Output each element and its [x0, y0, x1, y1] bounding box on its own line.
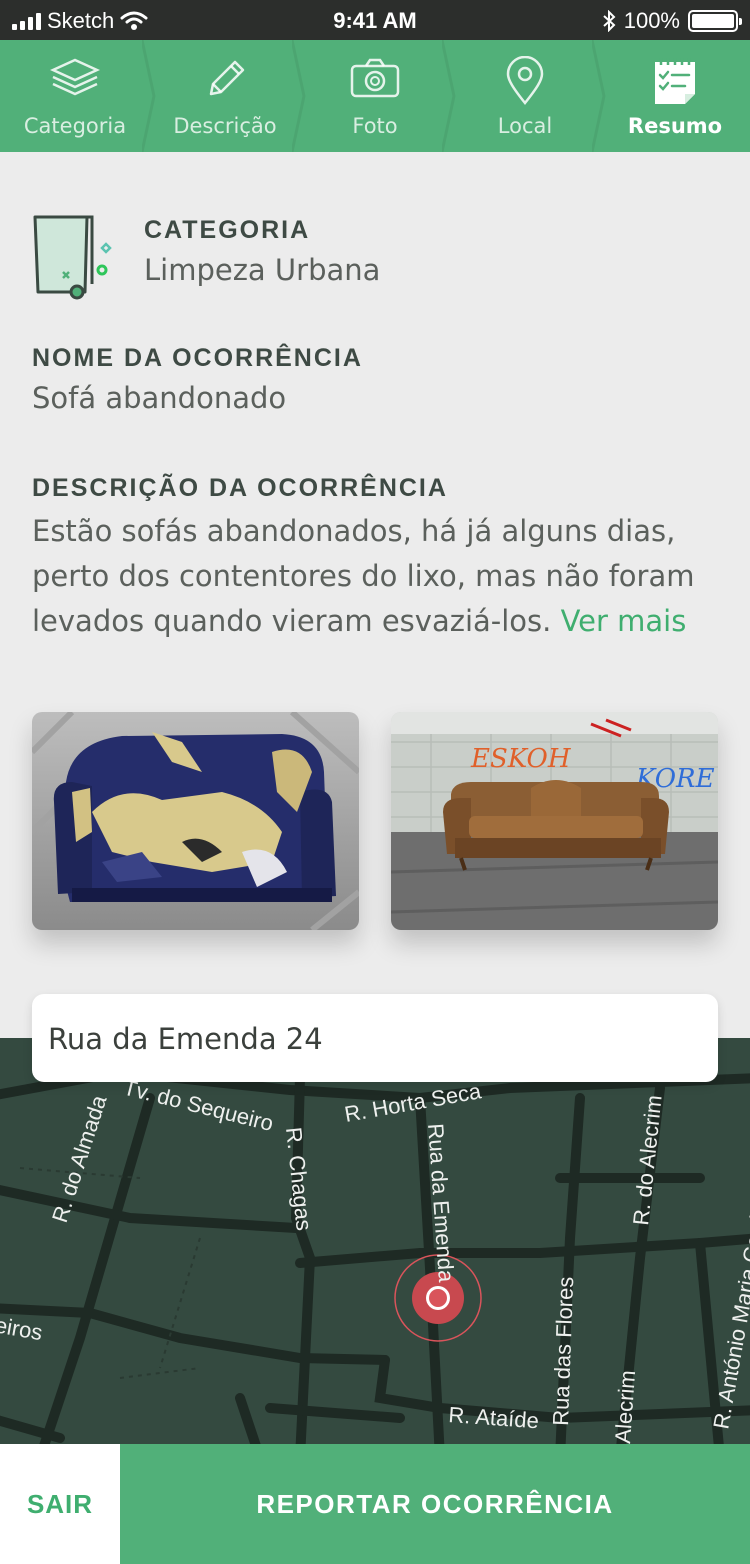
address-field[interactable]: Rua da Emenda 24 [32, 994, 718, 1082]
photo-brown-sofa[interactable]: ESKOH KORE [391, 712, 718, 930]
category-text: CATEGORIA Limpeza Urbana [144, 216, 380, 287]
trash-bin-icon [33, 215, 112, 300]
street-label: Alecrim [610, 1369, 640, 1444]
category-label: CATEGORIA [144, 216, 311, 244]
step-label: Foto [352, 114, 398, 138]
step-label: Local [497, 114, 553, 138]
exit-button[interactable]: SAIR [0, 1444, 120, 1564]
location-pin-icon [506, 56, 544, 106]
battery-icon [688, 10, 742, 32]
street-label: Rua das Flores [548, 1276, 578, 1426]
street-label: R. António Maria Cardoso [708, 1178, 750, 1430]
see-more-link[interactable]: Ver mais [561, 604, 687, 638]
street-label: eiros [0, 1312, 44, 1345]
street-label: R. Ataíde [448, 1402, 540, 1433]
status-bar: Sketch 9:41 AM 100% [0, 0, 750, 40]
name-section: NOME DA OCORRÊNCIA Sofá abandonado [32, 344, 363, 415]
checklist-icon [655, 58, 695, 104]
step-local[interactable]: Local [450, 40, 606, 152]
photo-gallery: ESKOH KORE [32, 712, 718, 930]
step-nav: Categoria Descrição Foto Local Resumo [0, 40, 750, 152]
battery-percent: 100% [623, 8, 680, 33]
step-label: Categoria [23, 114, 127, 138]
layers-icon [49, 58, 101, 96]
street-label: R. do Alecrim [628, 1094, 667, 1227]
step-categoria[interactable]: Categoria [0, 40, 156, 152]
street-label: R. Horta Seca [343, 1078, 484, 1127]
address-text: Rua da Emenda 24 [48, 1022, 323, 1056]
camera-icon [350, 58, 400, 98]
step-descricao[interactable]: Descrição [150, 40, 306, 152]
step-label: Resumo [627, 114, 723, 138]
status-right: 100% [602, 8, 742, 34]
description-section: DESCRIÇÃO DA OCORRÊNCIA Estão sofás aban… [32, 474, 722, 644]
category-section: CATEGORIA Limpeza Urbana [32, 212, 722, 312]
location-map[interactable]: Tv. do Sequeiro R. Horta Seca R. do Alma… [0, 1038, 750, 1444]
pencil-icon [209, 60, 245, 96]
step-resumo[interactable]: Resumo [600, 40, 750, 152]
category-value: Limpeza Urbana [144, 253, 381, 287]
bluetooth-icon [603, 10, 616, 32]
photo-torn-sofa[interactable] [32, 712, 359, 930]
name-label: NOME DA OCORRÊNCIA [32, 344, 363, 372]
name-value: Sofá abandonado [32, 381, 287, 415]
description-text: Estão sofás abandonados, há já alguns di… [32, 509, 722, 644]
report-button[interactable]: REPORTAR OCORRÊNCIA [120, 1444, 750, 1564]
step-label: Descrição [173, 114, 277, 138]
description-label: DESCRIÇÃO DA OCORRÊNCIA [32, 474, 448, 502]
graffiti-eskoh: ESKOH [470, 744, 572, 774]
step-foto[interactable]: Foto [300, 40, 456, 152]
street-label: R. Chagas [281, 1126, 317, 1232]
